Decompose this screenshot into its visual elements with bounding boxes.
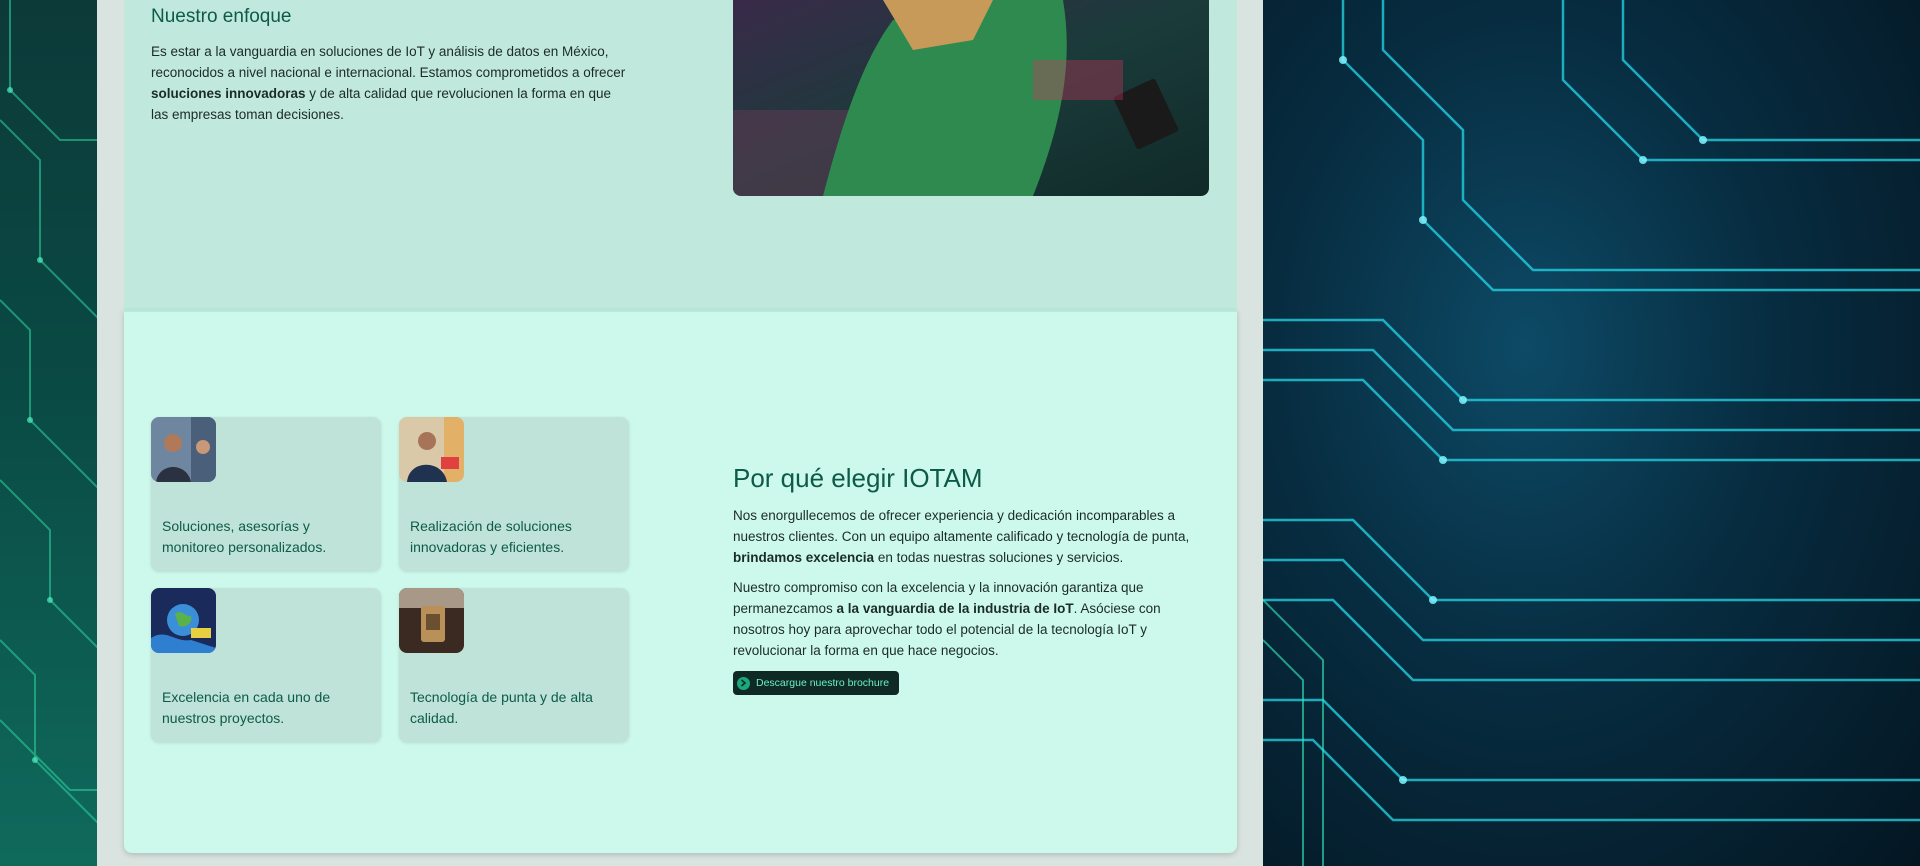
card-label: Realización de soluciones innovadoras y … xyxy=(410,518,572,555)
card-label: Excelencia en cada uno de nuestros proye… xyxy=(162,689,331,726)
why-title: Por qué elegir IOTAM xyxy=(733,463,983,493)
enfoque-text: Es estar a la vanguardia en soluciones d… xyxy=(151,44,626,122)
globe-hands-photo-icon xyxy=(151,588,216,653)
why-paragraph-2: Nuestro compromiso con la excelencia y l… xyxy=(733,580,1161,658)
enfoque-title: Nuestro enfoque xyxy=(151,6,292,27)
chip-hand-image xyxy=(733,0,1209,196)
download-brochure-label: Descargue nuestro brochure xyxy=(756,677,890,689)
feature-card: Realización de soluciones innovadoras y … xyxy=(399,417,629,571)
download-brochure-button[interactable]: Descargue nuestro brochure xyxy=(733,671,900,695)
card-label: Tecnología de punta y de alta calidad. xyxy=(410,689,593,726)
engineer-photo-icon xyxy=(399,417,464,482)
feature-card: Soluciones, asesorías y monitoreo person… xyxy=(151,417,381,571)
feature-card: Tecnología de punta y de alta calidad. xyxy=(399,588,629,742)
feature-card: Excelencia en cada uno de nuestros proye… xyxy=(151,588,381,742)
chevron-right-icon xyxy=(737,676,750,690)
why-paragraph-1: Nos enorgullecemos de ofrecer experienci… xyxy=(733,508,1190,565)
device-photo-icon xyxy=(399,588,464,653)
card-label: Soluciones, asesorías y monitoreo person… xyxy=(162,518,327,555)
people-photo-icon xyxy=(151,417,216,482)
